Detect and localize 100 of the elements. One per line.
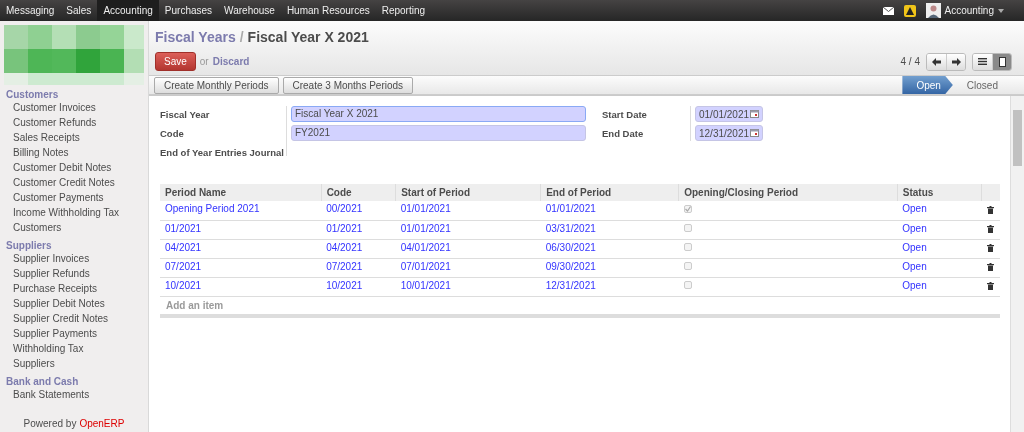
top-menu-item[interactable]: Human Resources (280, 0, 376, 21)
text-field[interactable]: Fiscal Year X 2021 (291, 106, 586, 122)
sidebar-item[interactable]: Billing Notes (4, 146, 148, 161)
sidebar-item[interactable]: Purchase Receipts (4, 282, 148, 297)
arrow-right-icon (951, 57, 961, 66)
sidebar-item[interactable]: Supplier Invoices (4, 252, 148, 267)
page-title: Fiscal Year X 2021 (247, 29, 369, 45)
field-label: Fiscal Year (160, 109, 211, 122)
column-header: Start of Period (395, 184, 541, 201)
pager-counter: 4 / 4 (900, 56, 920, 67)
column-header: Status (897, 184, 982, 201)
table-cell[interactable]: 07/2021 (160, 258, 322, 277)
sidebar-item[interactable]: Suppliers (4, 357, 148, 372)
table-cell: 07/2021 (321, 258, 396, 277)
previous-button[interactable] (927, 53, 946, 70)
calendar-icon (750, 129, 759, 137)
next-button[interactable] (946, 53, 965, 70)
form-view-button[interactable] (992, 53, 1011, 70)
table-cell: 03/31/2021 (540, 220, 679, 239)
warning-icon[interactable] (903, 4, 916, 17)
top-menu-item[interactable]: Warehouse (218, 0, 281, 21)
sidebar-section-title: Suppliers (6, 240, 53, 251)
list-view-button[interactable] (973, 53, 992, 70)
table-cell: 04/01/2021 (395, 239, 541, 258)
table-cell: 01/01/2021 (540, 201, 679, 220)
sidebar-item[interactable]: Supplier Refunds (4, 267, 148, 282)
top-menu-item[interactable]: Messaging (0, 0, 61, 21)
avatar-icon (925, 3, 941, 18)
table-cell[interactable]: 10/2021 (160, 277, 322, 296)
table-cell: 01/01/2021 (395, 220, 541, 239)
page-icon (998, 56, 1006, 67)
table-cell: 09/30/2021 (540, 258, 679, 277)
table-cell: Open (897, 201, 982, 220)
date-field[interactable]: 01/01/2021 (695, 106, 763, 122)
trash-icon[interactable] (986, 205, 994, 214)
sidebar-item[interactable]: Bank Statements (4, 388, 148, 403)
sidebar-item[interactable]: Customer Debit Notes (4, 161, 148, 176)
or-text: or (199, 56, 209, 67)
action-button[interactable]: Create Monthly Periods (154, 76, 279, 94)
field-label: Code (160, 128, 185, 141)
text-field[interactable]: FY2021 (291, 125, 586, 141)
sidebar-item[interactable]: Customer Invoices (4, 101, 148, 116)
column-header: Opening/Closing Period (678, 184, 898, 201)
table-cell: 07/01/2021 (395, 258, 541, 277)
table-cell: 12/31/2021 (540, 277, 679, 296)
sidebar-item[interactable]: Supplier Debit Notes (4, 297, 148, 312)
footer-text: Powered by (23, 418, 77, 431)
caret-icon (998, 8, 1004, 13)
table-cell[interactable]: 01/2021 (160, 220, 322, 239)
column-header: Code (321, 184, 396, 201)
top-menu-item[interactable]: Sales (60, 0, 98, 21)
sidebar-item[interactable]: Customer Payments (4, 191, 148, 206)
brand-link[interactable]: OpenERP (79, 418, 125, 432)
sidebar-item[interactable]: Withholding Tax (4, 342, 148, 357)
sidebar-item[interactable]: Sales Receipts (4, 131, 148, 146)
table-cell: Open (897, 239, 982, 258)
field-label: End Date (602, 128, 645, 141)
column-header: End of Period (540, 184, 679, 201)
column-header: Period Name (160, 184, 322, 201)
trash-icon[interactable] (986, 244, 994, 252)
sidebar-item[interactable]: Income Withholding Tax (4, 206, 148, 221)
sidebar-item[interactable]: Supplier Payments (4, 327, 148, 342)
envelope-icon[interactable] (882, 6, 894, 15)
table-cell: 06/30/2021 (540, 239, 679, 258)
table-cell: Open (897, 258, 982, 277)
breadcrumb-link[interactable]: Fiscal Years (155, 29, 236, 45)
sidebar-section-title: Bank and Cash (6, 376, 80, 387)
calendar-icon (750, 110, 759, 118)
field-label: Start Date (602, 109, 648, 122)
top-menu-item[interactable]: Purchases (158, 0, 219, 21)
user-menu[interactable]: Accounting (925, 3, 1004, 18)
table-cell: 00/2021 (321, 201, 396, 220)
table-cell: 04/2021 (321, 239, 396, 258)
breadcrumb-separator: / (239, 29, 244, 45)
table-cell: Open (897, 277, 982, 296)
table-cell[interactable]: Opening Period 2021 (160, 201, 322, 220)
table-cell: 10/2021 (321, 277, 396, 296)
table-cell: 10/01/2021 (395, 277, 541, 296)
action-button[interactable]: Create 3 Months Periods (282, 76, 414, 94)
top-menu-item[interactable]: Reporting (375, 0, 432, 21)
table-cell: Open (897, 220, 982, 239)
trash-icon[interactable] (986, 263, 994, 271)
trash-icon[interactable] (986, 282, 994, 290)
list-icon (978, 58, 987, 65)
table-cell: 01/2021 (321, 220, 396, 239)
trash-icon[interactable] (986, 225, 994, 233)
sidebar-item[interactable]: Supplier Credit Notes (4, 312, 148, 327)
sidebar-item[interactable]: Customer Credit Notes (4, 176, 148, 191)
arrow-left-icon (932, 57, 941, 66)
sidebar-section-title: Customers (6, 89, 60, 100)
save-button[interactable]: Save (155, 52, 196, 71)
field-label: End of Year Entries Journal (160, 147, 285, 160)
date-field[interactable]: 12/31/2021 (695, 125, 763, 141)
top-menu-item[interactable]: Accounting (97, 0, 159, 21)
sidebar-item[interactable]: Customer Refunds (4, 116, 148, 131)
status-stage[interactable]: Open (902, 76, 953, 94)
status-stage[interactable]: Closed (952, 76, 1010, 94)
scrollbar-thumb[interactable] (1013, 110, 1022, 166)
sidebar-item[interactable]: Customers (4, 221, 148, 236)
table-cell[interactable]: 04/2021 (160, 239, 322, 258)
